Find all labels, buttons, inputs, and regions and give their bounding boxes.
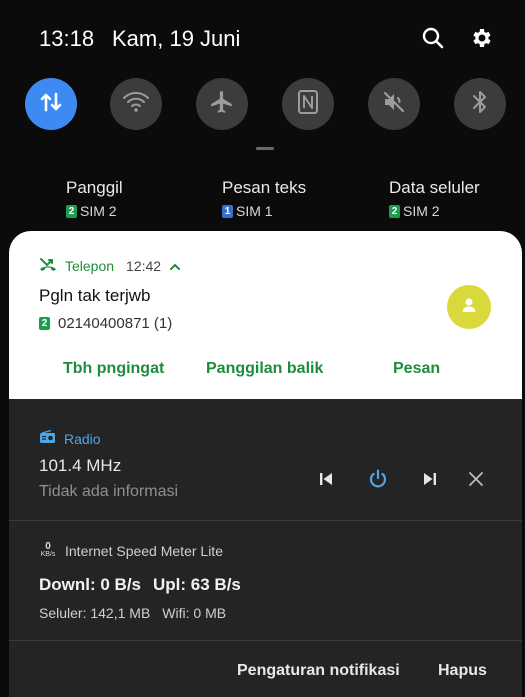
sim-call-title: Panggil	[66, 178, 123, 197]
sim-sms-value: SIM 1	[236, 203, 273, 219]
radio-icon	[39, 429, 56, 447]
missed-call-notification[interactable]: Telepon 12:42 Pgln tak terjwb 2 02140400…	[9, 231, 522, 399]
speed-values: Downl: 0 B/s Upl: 63 B/s	[39, 575, 241, 595]
notification-settings-button[interactable]: Pengaturan notifikasi	[237, 662, 400, 680]
notification-list: Radio 101.4 MHz Tidak ada informasi 0 KB/…	[9, 399, 522, 697]
notification-title: Pgln tak terjwb	[39, 286, 151, 305]
sim-badge: 2	[66, 204, 77, 218]
person-icon	[460, 296, 478, 319]
quick-settings-row	[0, 78, 525, 134]
sim-data-value: SIM 2	[403, 203, 440, 219]
speed-icon-value: 0	[45, 541, 51, 552]
caller-number-row: 2 02140400871 (1)	[39, 315, 172, 332]
mobile-usage: Seluler: 142,1 MB	[39, 605, 151, 621]
gear-icon[interactable]	[468, 24, 496, 52]
caller-number: 02140400871 (1)	[58, 315, 173, 332]
clock: 13:18	[39, 26, 95, 51]
radio-notification[interactable]: Radio 101.4 MHz Tidak ada informasi	[9, 399, 522, 520]
status-bar: 13:18 Kam, 19 Juni	[0, 0, 525, 80]
sim-data-setting[interactable]: Data seluler 2 SIM 2	[389, 178, 480, 219]
power-icon[interactable]	[366, 467, 390, 491]
panel-handle[interactable]	[256, 147, 274, 150]
notification-header: Telepon 12:42	[39, 256, 181, 275]
missed-call-icon	[39, 256, 57, 275]
app-name: Telepon	[65, 257, 115, 274]
wifi-icon	[122, 90, 150, 119]
sim-sms-title: Pesan teks	[222, 178, 307, 197]
sim-call-setting[interactable]: Panggil 2 SIM 2	[66, 178, 123, 219]
avatar	[447, 285, 491, 329]
radio-info: Tidak ada informasi	[39, 483, 179, 500]
sim-badge: 2	[389, 204, 400, 218]
next-station-icon[interactable]	[418, 467, 442, 491]
notification-time: 12:42	[126, 257, 162, 274]
sound-toggle[interactable]	[368, 78, 420, 130]
sim-data-title: Data seluler	[389, 178, 480, 197]
bluetooth-toggle[interactable]	[454, 78, 506, 130]
app-name: Internet Speed Meter Lite	[65, 543, 223, 559]
divider	[9, 640, 522, 641]
wifi-toggle[interactable]	[110, 78, 162, 130]
previous-station-icon[interactable]	[314, 467, 338, 491]
mobile-data-toggle[interactable]	[25, 78, 77, 130]
airplane-toggle[interactable]	[196, 78, 248, 130]
radio-frequency: 101.4 MHz	[39, 456, 122, 475]
sim-badge: 2	[39, 317, 50, 330]
radio-header: Radio	[39, 429, 101, 447]
chevron-up-icon[interactable]	[169, 258, 181, 274]
search-icon[interactable]	[419, 24, 447, 52]
clear-all-button[interactable]: Hapus	[438, 662, 487, 680]
nfc-icon	[296, 89, 320, 120]
speed-icon-unit: KB/s	[40, 551, 56, 558]
download-speed: Downl: 0 B/s	[39, 575, 142, 594]
usage-values: Seluler: 142,1 MB Wifi: 0 MB	[39, 605, 226, 621]
message-button[interactable]: Pesan	[393, 360, 440, 378]
bluetooth-icon	[470, 89, 490, 120]
add-reminder-button[interactable]: Tbh pngingat	[63, 360, 164, 378]
upload-speed: Upl: 63 B/s	[153, 575, 241, 594]
nfc-toggle[interactable]	[282, 78, 334, 130]
close-icon[interactable]	[464, 467, 488, 491]
sim-call-value: SIM 2	[80, 203, 117, 219]
app-name: Radio	[64, 430, 101, 447]
speed-meter-notification[interactable]: 0 KB/s Internet Speed Meter Lite Downl: 0…	[9, 521, 522, 639]
wifi-usage: Wifi: 0 MB	[162, 605, 227, 621]
mute-icon	[381, 89, 407, 120]
airplane-icon	[209, 89, 235, 120]
date: Kam, 19 Juni	[112, 26, 241, 51]
speed-meter-icon: 0 KB/s	[39, 541, 57, 559]
speed-header: 0 KB/s Internet Speed Meter Lite	[39, 541, 223, 560]
up-down-arrows-icon	[38, 89, 64, 120]
sim-sms-setting[interactable]: Pesan teks 1 SIM 1	[222, 178, 306, 219]
call-back-button[interactable]: Panggilan balik	[206, 360, 323, 378]
sim-badge: 1	[222, 204, 233, 218]
